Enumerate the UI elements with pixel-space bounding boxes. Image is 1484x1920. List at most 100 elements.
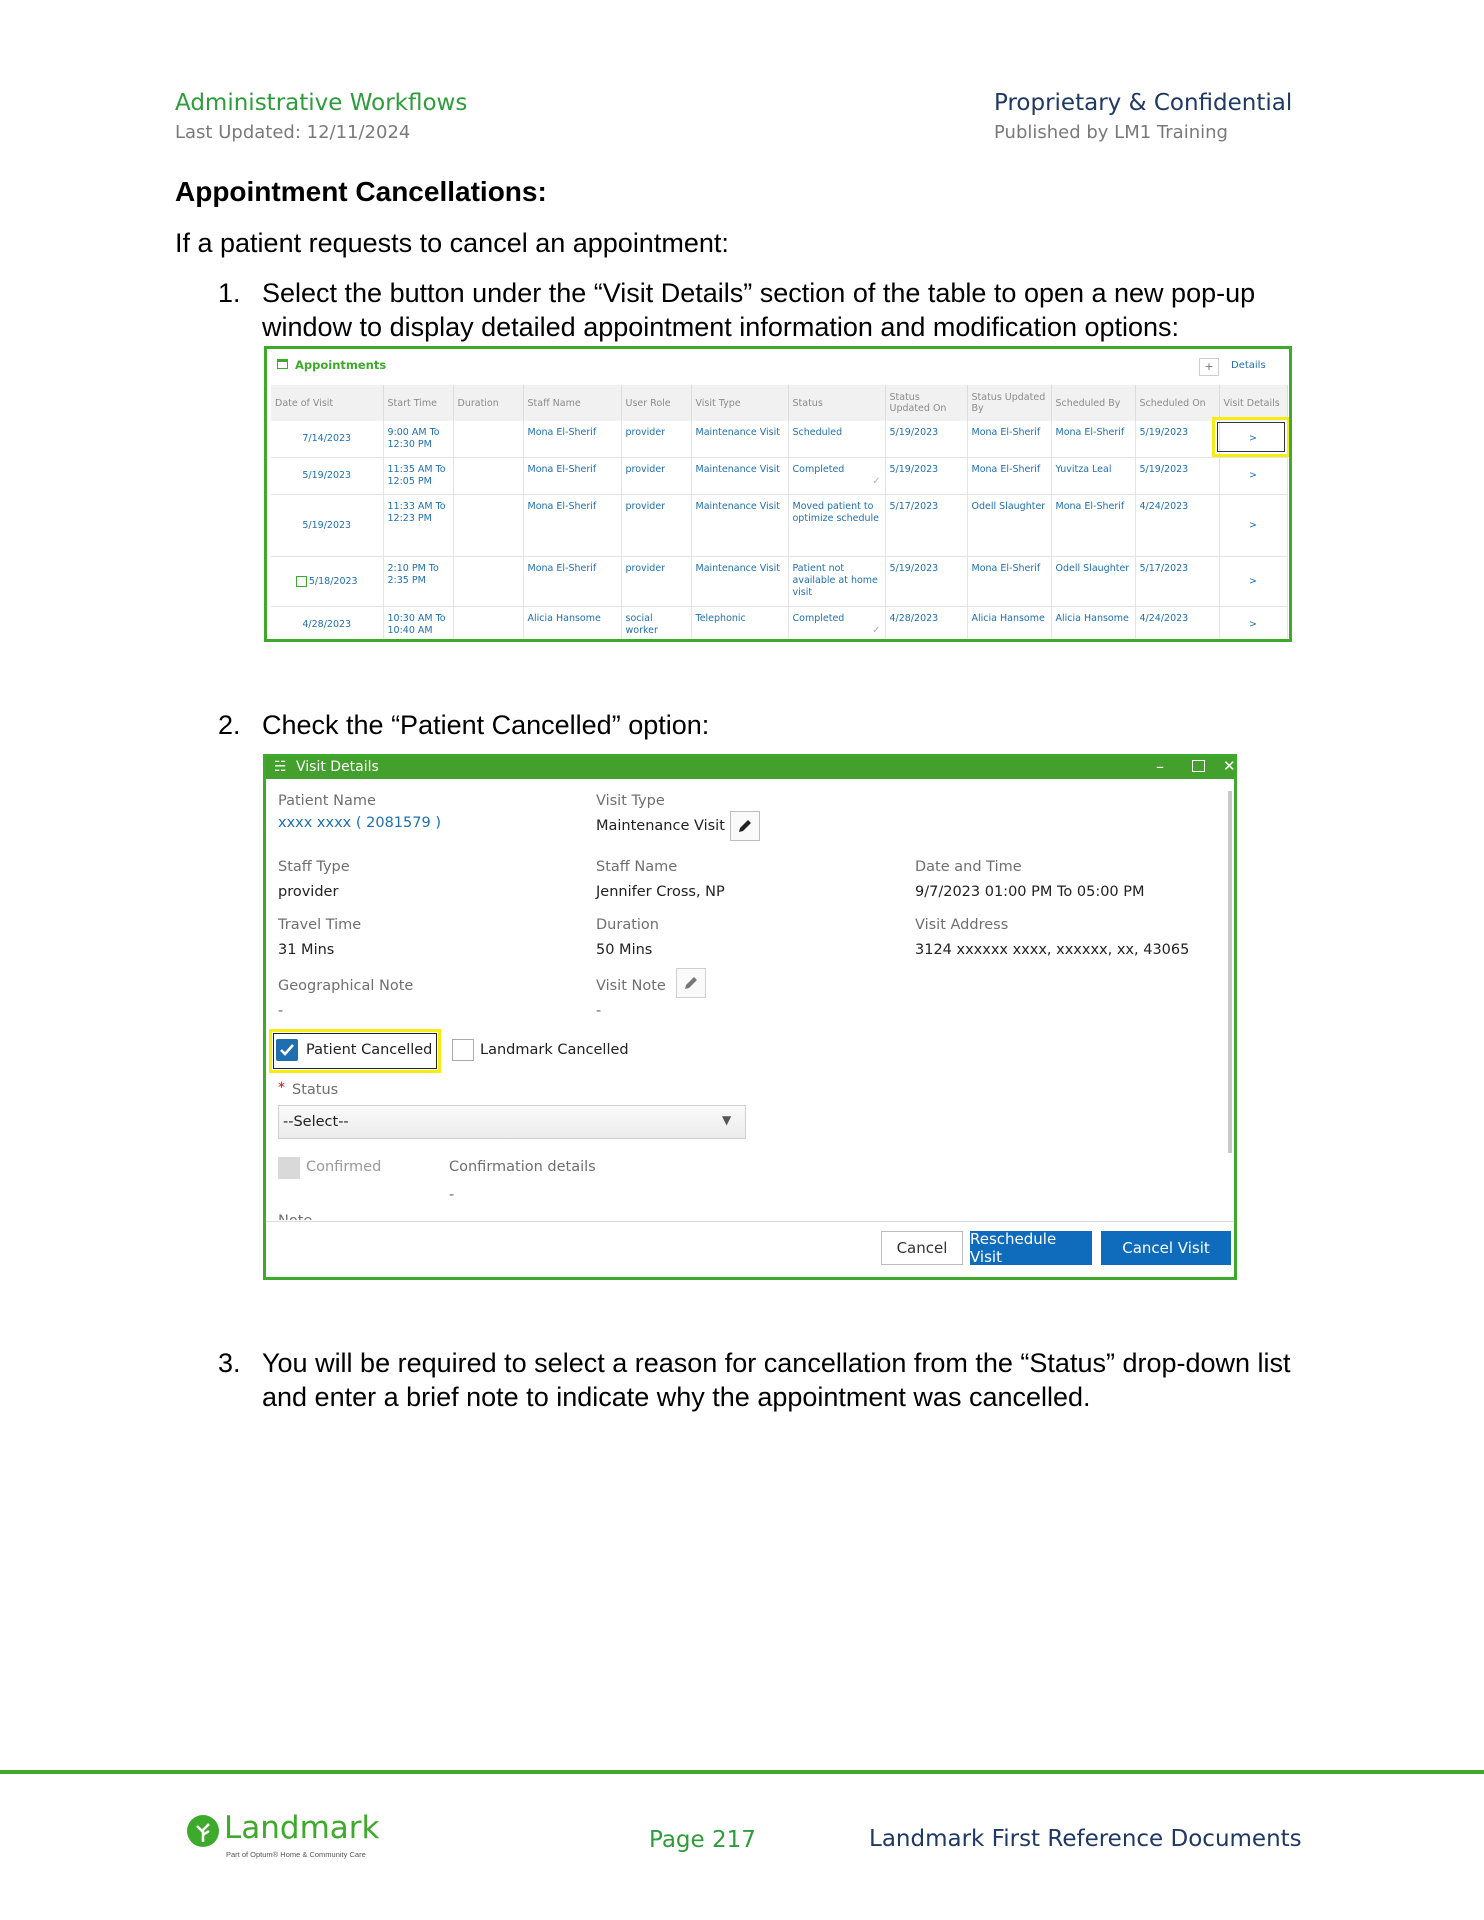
travel-time-label: Travel Time [278,917,362,933]
status-label: Status [292,1082,339,1098]
cancel-visit-button[interactable]: Cancel Visit [1101,1231,1231,1265]
date-cell-text: 5/19/2023 [302,519,352,531]
status-updated-on-cell-text: 5/17/2023 [889,501,939,512]
status-updated-by-cell-text: Mona El-Sherif [971,464,1041,475]
column-header[interactable]: Visit Type [691,385,789,421]
scheduled-by-cell-text: Mona El-Sherif [1055,501,1125,512]
table-row: 5/19/2023 11:33 AM To 12:23 PM Mona El-She… [271,494,1288,557]
column-header[interactable]: Duration [453,385,524,421]
visit-details-button[interactable]: > [1219,457,1288,495]
date-cell-text: 5/18/2023 [308,575,358,587]
staff-name-cell: Mona El-Sherif [523,421,622,458]
pencil-icon [685,977,697,989]
step-text: Check the “Patient Cancelled” option: [262,710,710,740]
scheduled-by-cell: Mona El-Sherif [1051,494,1136,557]
start-time-cell: 11:33 AM To 12:23 PM [383,494,454,557]
last-updated: Last Updated: 12/11/2024 [175,122,411,143]
scheduled-on-cell-text: 4/24/2023 [1139,501,1189,512]
table-row: 4/28/2023 10:30 AM To 10:40 AM Alicia Hans… [271,606,1288,639]
header-title: Administrative Workflows [175,90,468,116]
staff-name-cell-text: Mona El-Sherif [527,501,597,512]
minimize-icon[interactable]: – [1156,757,1164,776]
status-cell: Moved patient to optimize schedule [788,494,886,557]
scheduled-on-cell-text: 5/17/2023 [1139,563,1189,574]
status-select[interactable]: --Select-- ▼ [278,1105,746,1139]
status-updated-on-cell-text: 5/19/2023 [889,464,939,475]
scheduled-on-cell: 4/24/2023 [1135,606,1220,639]
column-header[interactable]: Status [788,385,886,421]
date-cell-text: 5/19/2023 [302,470,352,481]
status-select-value: --Select-- [283,1114,349,1130]
scheduled-by-cell: Alicia Hansome [1051,606,1136,639]
status-cell-text: Moved patient to optimize schedule [792,501,880,524]
visit-details-button[interactable]: > [1219,494,1288,557]
landmark-cancelled-label[interactable]: Landmark Cancelled [480,1042,629,1058]
status-updated-by-cell: Mona El-Sherif [967,421,1052,458]
column-header[interactable]: Scheduled By [1051,385,1136,421]
status-updated-on-cell: 5/19/2023 [885,421,968,458]
start-time-cell: 10:30 AM To 10:40 AM [383,606,454,639]
tree-logo-icon [187,1815,219,1847]
column-header[interactable]: Visit Details [1219,385,1288,421]
patient-name-link[interactable]: xxxx xxxx ( 2081579 ) [278,815,441,831]
status-cell-text: Completed [792,464,845,475]
staff-name-cell: Alicia Hansome [523,606,622,639]
staff-type-value: provider [278,884,339,900]
patient-name-label: Patient Name [278,793,376,809]
maximize-icon[interactable] [1192,760,1205,772]
column-header[interactable]: Start Time [383,385,454,421]
add-appointment-button[interactable]: + [1199,358,1219,376]
details-link[interactable]: Details [1231,360,1266,371]
column-header[interactable]: Status Updated On [885,385,968,421]
confirmation-details-label: Confirmation details [449,1159,596,1175]
column-header[interactable]: Date of Visit [271,385,384,421]
appointments-panel: Appointments + Details Date of Visit Sta… [264,346,1292,642]
column-header[interactable]: Staff Name [523,385,622,421]
duration-cell [453,494,524,557]
dialog-scrollbar[interactable] [1228,791,1232,1153]
logo-tagline: Part of Optum® Home & Community Care [226,1850,366,1859]
required-asterisk: * [278,1080,285,1096]
start-time-cell: 2:10 PM To 2:35 PM [383,556,454,607]
duration-label: Duration [596,917,659,933]
geo-note-value: - [278,1003,284,1019]
duration-cell [453,606,524,639]
date-cell: 5/19/2023 [271,494,384,557]
column-header[interactable]: User Role [621,385,692,421]
staff-name-label: Staff Name [596,859,678,875]
landmark-cancelled-checkbox[interactable] [452,1039,474,1061]
status-updated-on-cell-text: 5/19/2023 [889,563,939,574]
visit-details-button[interactable]: > [1219,556,1288,607]
status-updated-by-cell: Mona El-Sherif [967,457,1052,495]
status-cell-text: Patient not available at home visit [792,563,878,598]
edit-visit-type-button[interactable] [730,811,760,841]
column-header[interactable]: Scheduled On [1135,385,1220,421]
scheduled-by-cell: Yuvitza Leal [1051,457,1136,495]
patient-cancelled-label[interactable]: Patient Cancelled [306,1042,432,1058]
table-row: 5/18/2023 2:10 PM To 2:35 PM Mona El-Sheri… [271,556,1288,607]
edit-visit-note-button[interactable] [676,968,706,998]
reschedule-visit-button[interactable]: Reschedule Visit [970,1230,1092,1266]
status-updated-by-cell: Mona El-Sherif [967,556,1052,607]
patient-cancelled-checkbox[interactable] [276,1039,298,1061]
user-role-cell-text: provider [625,501,666,512]
header-left: Administrative Workflows Last Updated: 1… [175,90,467,143]
status-cell: Completed ✓ [788,606,886,639]
column-header[interactable]: Status Updated By [967,385,1052,421]
scheduled-on-cell-text: 5/19/2023 [1139,464,1189,475]
step-number: 3. [218,1348,241,1378]
staff-name-cell: Mona El-Sherif [523,457,622,495]
user-role-cell-text: provider [625,427,666,438]
cancel-button[interactable]: Cancel [881,1231,963,1265]
date-cell: 5/19/2023 [271,457,384,495]
visit-type-cell-text: Maintenance Visit [695,563,780,574]
confirmed-checkbox[interactable] [278,1157,300,1179]
note-label: Note [278,1213,312,1220]
visit-details-button[interactable]: > [1219,606,1288,639]
step-text: Select the button under the “Visit Detai… [262,278,1256,342]
visit-type-cell-text: Telephonic [695,613,746,624]
dialog-title: Visit Details [296,759,379,775]
close-icon[interactable]: ✕ [1223,757,1234,775]
scheduled-by-cell: Mona El-Sherif [1051,421,1136,458]
status-updated-by-cell: Alicia Hansome [967,606,1052,639]
